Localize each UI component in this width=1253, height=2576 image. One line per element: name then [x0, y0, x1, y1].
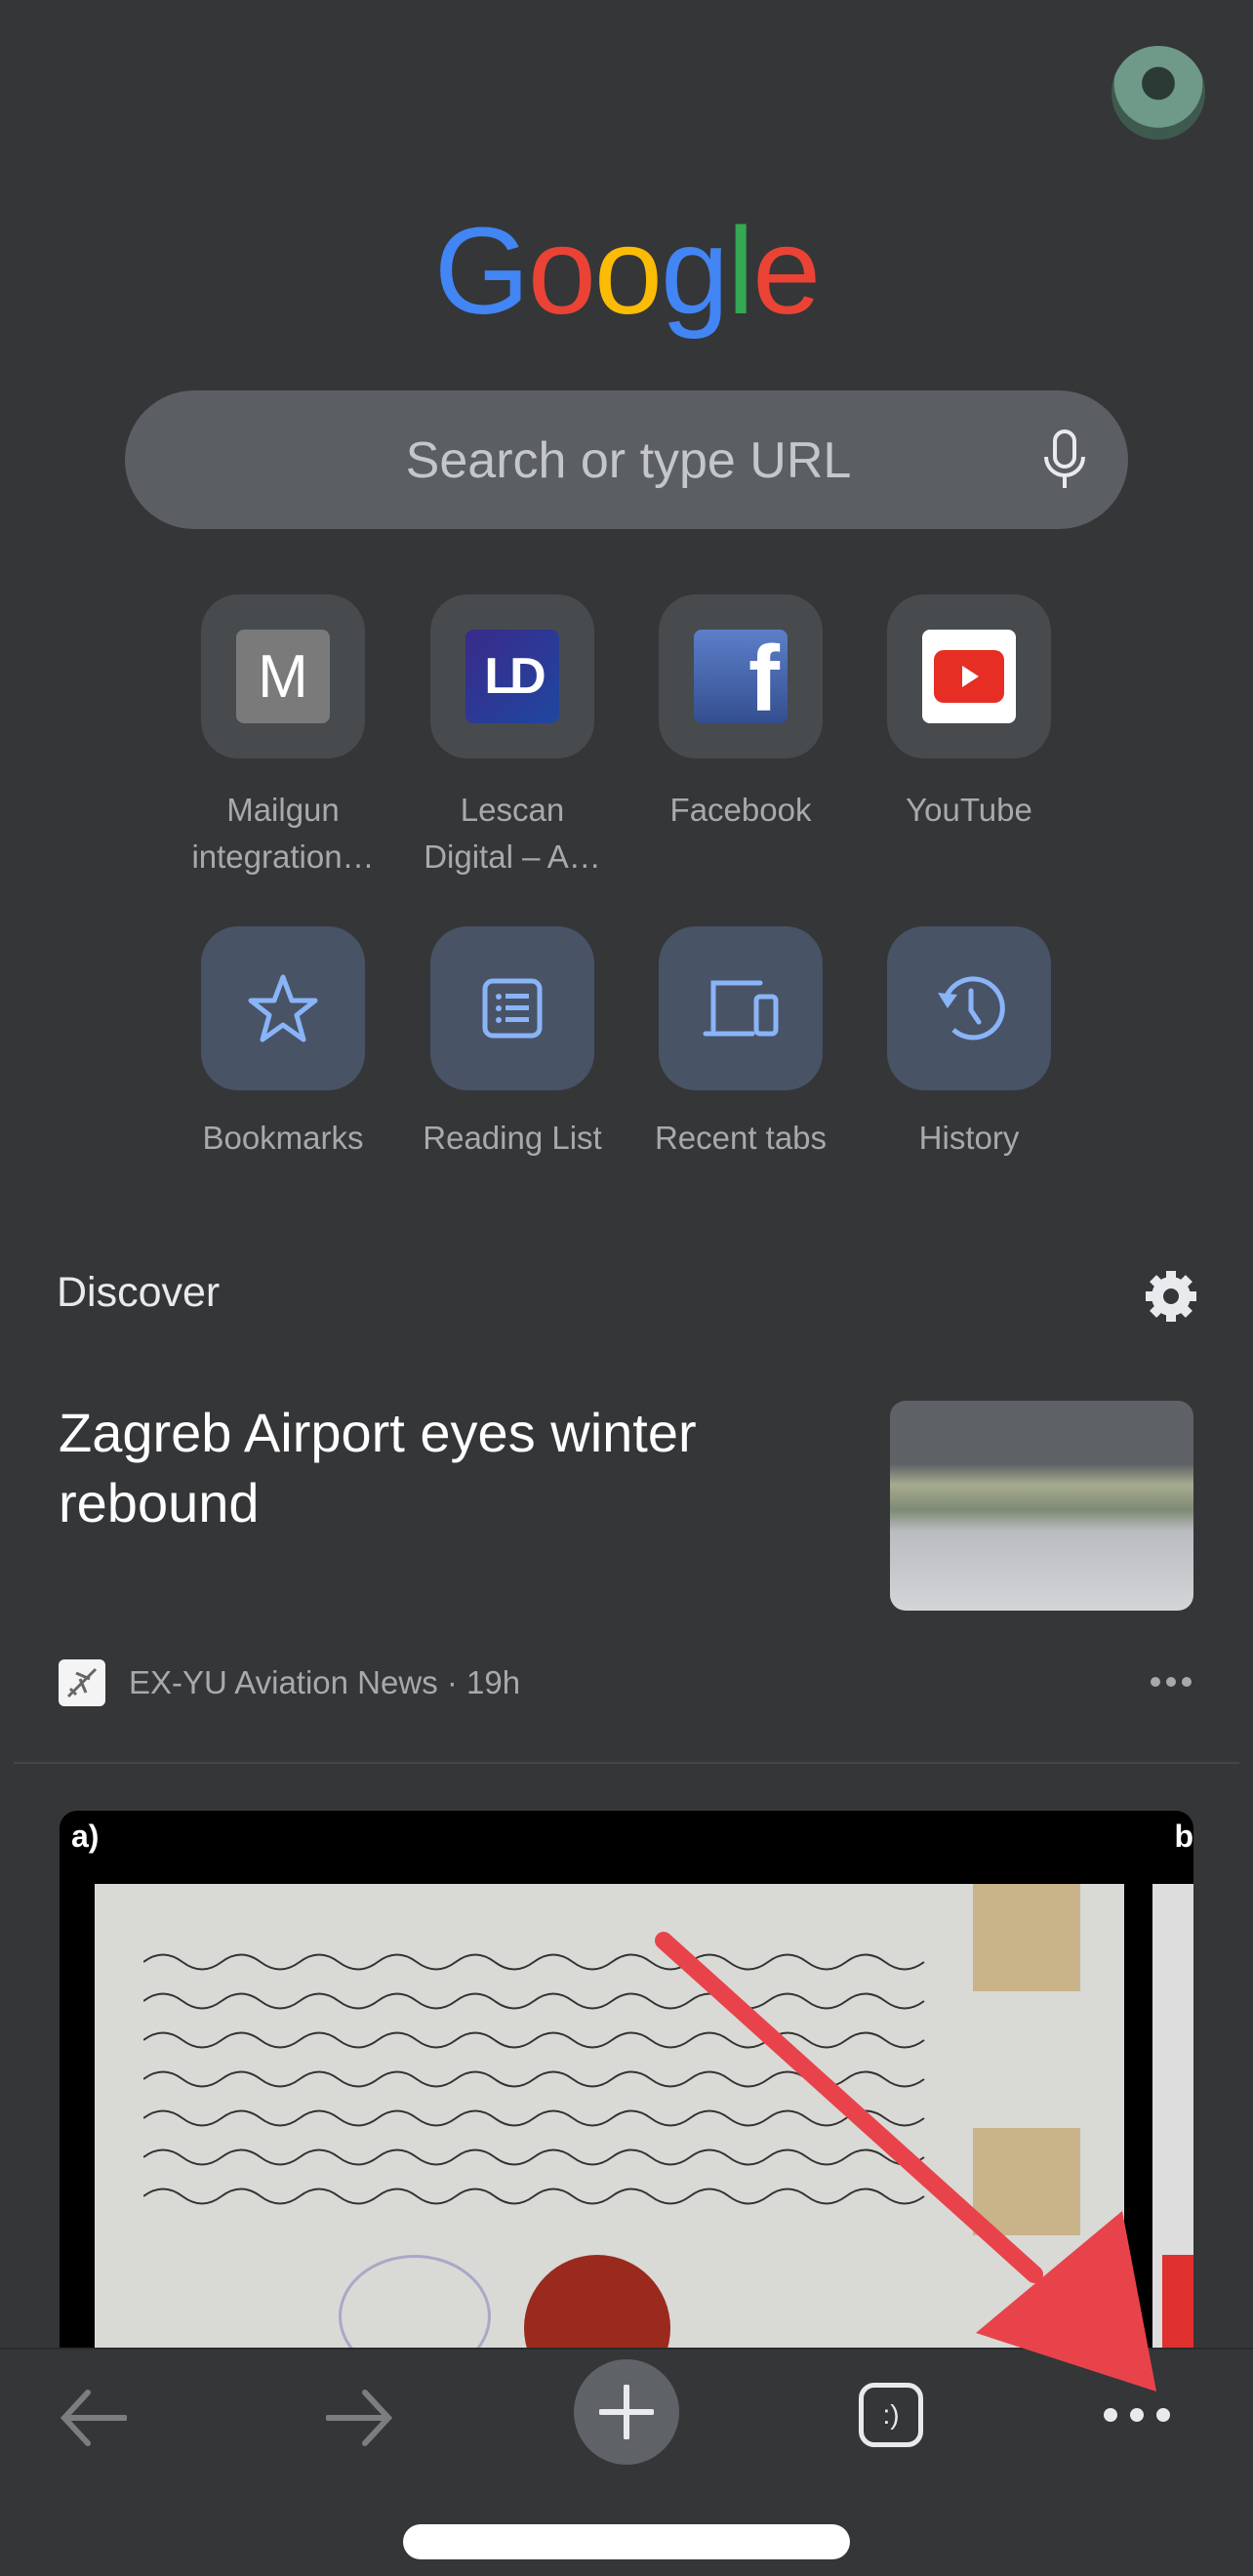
airplane-icon — [59, 1659, 105, 1706]
shortcut-mailgun[interactable]: M — [201, 594, 365, 758]
label-line: Mailgun — [226, 792, 340, 828]
wax-seal — [524, 2255, 670, 2357]
label-line: Digital – A… — [424, 838, 601, 875]
more-horizontal-icon[interactable] — [1150, 1667, 1192, 1697]
bookmarks-label: Bookmarks — [202, 1120, 364, 1156]
google-logo: Google — [0, 200, 1253, 342]
figure-label-b: b — [1174, 1819, 1193, 1854]
history-icon — [938, 976, 1005, 1041]
home-indicator — [403, 2524, 850, 2559]
youtube-play-icon — [934, 650, 1004, 703]
divider — [14, 1762, 1239, 1764]
plus-icon — [599, 2385, 654, 2439]
logo-letter: G — [433, 202, 530, 340]
handwriting — [143, 1953, 925, 2205]
list-icon — [482, 978, 543, 1039]
logo-letter: o — [527, 202, 596, 340]
logo-letter: o — [593, 202, 663, 340]
logo-letter: g — [661, 202, 729, 340]
shortcut-lescan[interactable]: LD — [430, 594, 594, 758]
history-button[interactable] — [887, 926, 1051, 1090]
history-label: History — [918, 1120, 1020, 1156]
youtube-favicon — [922, 630, 1016, 723]
label-line: Lescan — [460, 792, 565, 828]
back-arrow-icon[interactable] — [59, 2389, 127, 2447]
reading-list-label: Reading List — [423, 1120, 602, 1156]
devices-icon — [703, 980, 779, 1037]
bookmarks-button[interactable] — [201, 926, 365, 1090]
shortcut-label: Mailgun integration… — [171, 787, 395, 880]
reading-list-button[interactable] — [430, 926, 594, 1090]
figure-label-a: a) — [71, 1819, 100, 1854]
discover-title: Discover — [57, 1269, 221, 1316]
shortcut-facebook[interactable]: f — [659, 594, 823, 758]
gear-icon[interactable] — [1142, 1267, 1200, 1326]
search-input[interactable] — [125, 390, 1132, 531]
lescan-favicon: LD — [465, 630, 559, 723]
article-thumbnail[interactable] — [890, 1401, 1193, 1611]
shortcut-label: YouTube — [906, 792, 1032, 828]
recent-tabs-label: Recent tabs — [654, 1120, 828, 1156]
logo-letter: e — [752, 202, 821, 340]
article-card-image[interactable]: a) b — [60, 1811, 1193, 2357]
shortcut-label: Lescan Digital – A… — [400, 787, 625, 880]
article-headline[interactable]: Zagreb Airport eyes winter rebound — [59, 1398, 820, 1538]
article-source: EX-YU Aviation News · 19h — [129, 1664, 521, 1700]
manuscript-image — [95, 1884, 1124, 2357]
shortcut-youtube[interactable] — [887, 594, 1051, 758]
forward-arrow-icon[interactable] — [326, 2389, 394, 2447]
new-tab-button[interactable] — [574, 2359, 679, 2465]
search-bar[interactable] — [125, 390, 1132, 531]
mailgun-favicon: M — [236, 630, 330, 723]
recent-tabs-button[interactable] — [659, 926, 823, 1090]
label-line: integration… — [191, 838, 375, 875]
profile-avatar[interactable] — [1112, 46, 1205, 140]
more-horizontal-icon[interactable] — [1103, 2400, 1171, 2430]
tab-switcher-button[interactable]: :) — [859, 2383, 923, 2447]
star-icon — [248, 974, 318, 1043]
shortcut-label: Facebook — [669, 792, 812, 828]
microphone-icon[interactable] — [1040, 429, 1089, 490]
figure-b-edge — [1152, 1884, 1193, 2357]
logo-letter: l — [727, 202, 754, 340]
facebook-favicon: f — [694, 630, 788, 723]
stamp — [339, 2255, 491, 2357]
